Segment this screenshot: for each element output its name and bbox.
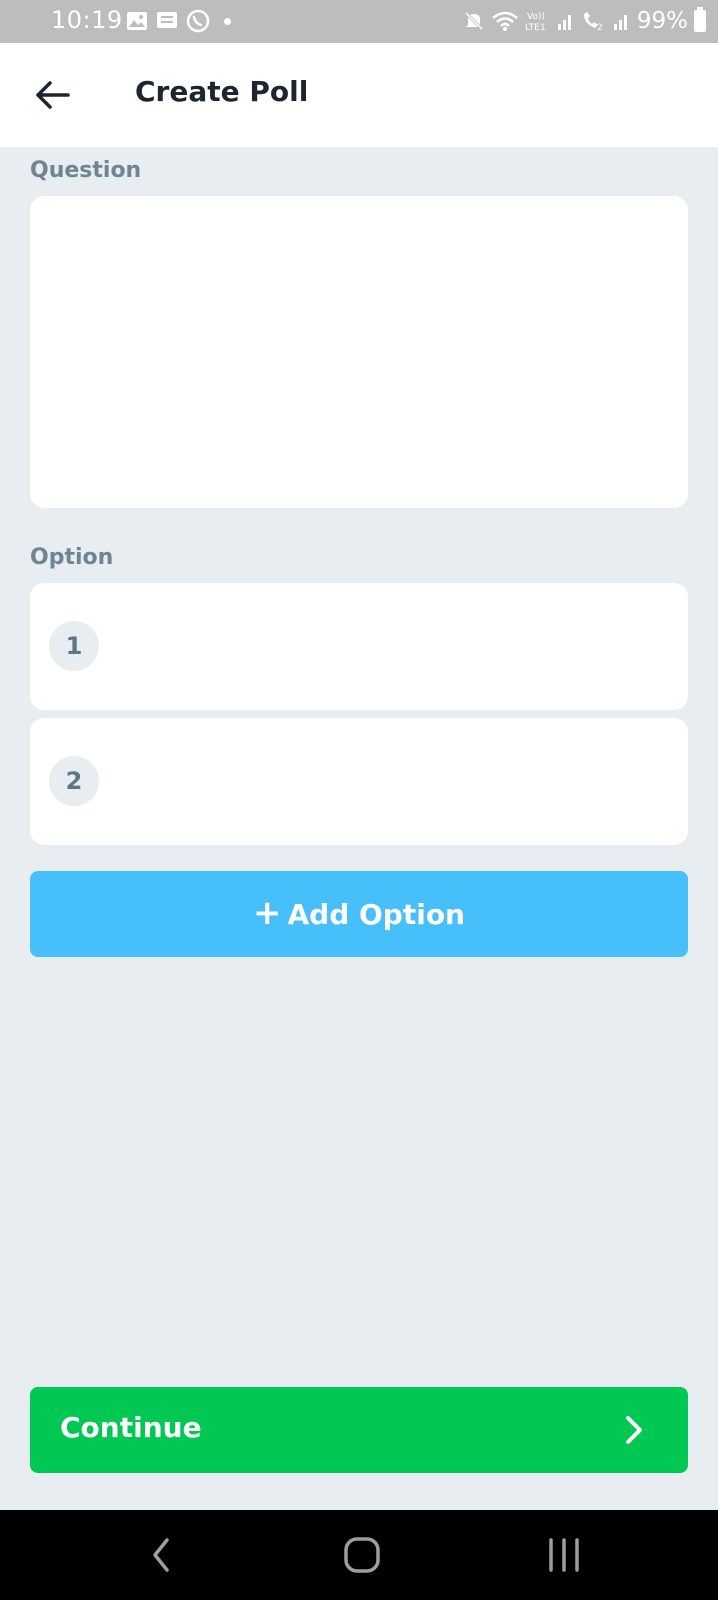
gallery-icon <box>127 12 147 30</box>
signal-icon <box>613 15 627 30</box>
question-label: Question <box>30 158 142 183</box>
wifi-icon <box>492 11 518 31</box>
mute-icon <box>464 11 483 31</box>
wifi-calling-icon: 2 <box>583 12 603 32</box>
whatsapp-icon <box>186 9 210 33</box>
message-icon <box>157 12 177 28</box>
system-nav-bar <box>0 1510 718 1600</box>
question-input[interactable] <box>30 196 688 508</box>
app-bar: Create Poll <box>0 43 718 147</box>
volte-lte-icon: Vo)) LTE1 <box>525 12 546 33</box>
option-card-2[interactable]: 2 <box>30 718 688 845</box>
option-input-2[interactable] <box>118 756 662 808</box>
option-card-1[interactable]: 1 <box>30 583 688 710</box>
back-button[interactable] <box>30 73 74 117</box>
page-title: Create Poll <box>135 75 309 108</box>
recents-nav-icon <box>549 1538 579 1572</box>
status-bar: 10:19 Vo)) LTE1 2 99% <box>0 0 718 43</box>
signal-icon <box>557 15 571 30</box>
option-number-badge: 2 <box>49 756 99 806</box>
nav-home-button[interactable] <box>332 1530 392 1580</box>
status-notification-icons <box>126 8 231 34</box>
option-label: Option <box>30 545 114 570</box>
status-time: 10:19 <box>51 6 123 34</box>
back-nav-icon <box>153 1538 169 1572</box>
nav-recents-button[interactable] <box>534 1530 594 1580</box>
option-input-1[interactable] <box>118 621 662 673</box>
plus-icon: + <box>252 892 282 933</box>
battery-icon <box>694 7 706 32</box>
option-number-badge: 1 <box>49 621 99 671</box>
continue-button[interactable]: Continue <box>30 1387 688 1473</box>
svg-text:LTE1: LTE1 <box>525 23 546 33</box>
svg-text:Vo)): Vo)) <box>527 12 545 22</box>
add-option-button[interactable]: + Add Option <box>30 871 688 957</box>
svg-text:2: 2 <box>597 23 603 32</box>
chevron-right-icon <box>626 1416 642 1444</box>
status-system-icons: Vo)) LTE1 2 99% <box>463 6 706 36</box>
battery-percentage: 99% <box>636 8 688 34</box>
continue-label: Continue <box>60 1411 202 1444</box>
nav-back-button[interactable] <box>131 1530 191 1580</box>
add-option-label: Add Option <box>287 897 465 931</box>
notification-dot <box>224 17 231 25</box>
home-nav-icon <box>344 1537 380 1573</box>
arrow-left-icon <box>36 81 70 109</box>
